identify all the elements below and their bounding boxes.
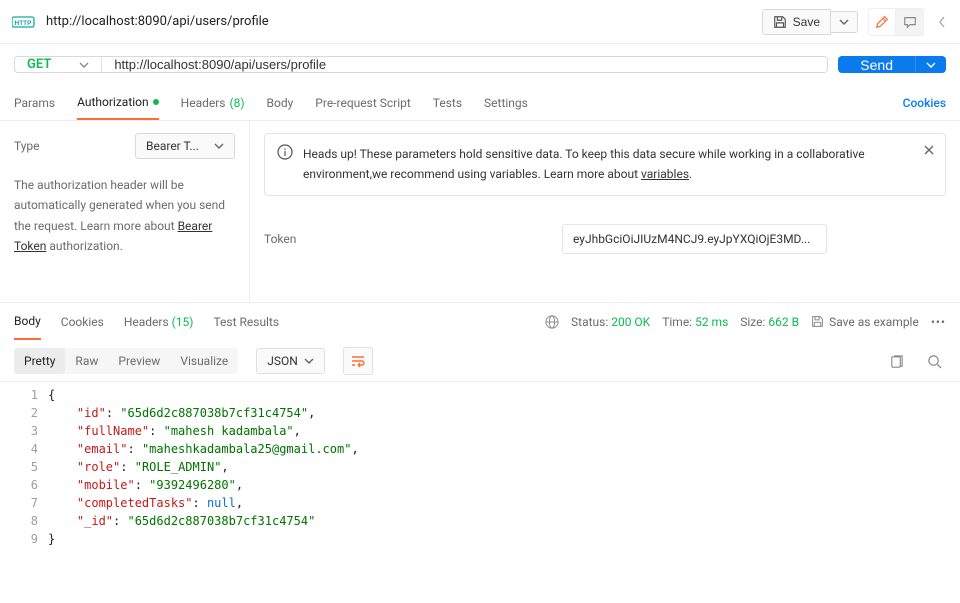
url-input[interactable] xyxy=(102,57,827,72)
view-raw[interactable]: Raw xyxy=(65,348,108,374)
svg-text:HTTP: HTTP xyxy=(15,20,33,27)
auth-type-select[interactable]: Bearer T... xyxy=(135,133,235,159)
save-icon xyxy=(811,315,824,328)
resp-tab-headers[interactable]: Headers(15) xyxy=(124,303,194,340)
breadcrumb: http://localhost:8090/api/users/profile xyxy=(46,14,754,29)
edit-button[interactable] xyxy=(868,8,896,36)
tab-body[interactable]: Body xyxy=(267,85,294,120)
wrap-lines-button[interactable] xyxy=(343,347,373,375)
status-label: Status: 200 OK xyxy=(571,315,650,329)
tab-settings[interactable]: Settings xyxy=(484,85,528,120)
info-icon xyxy=(277,144,293,160)
wrap-icon xyxy=(350,354,366,368)
view-preview[interactable]: Preview xyxy=(108,348,170,374)
variables-link[interactable]: variables xyxy=(641,167,689,181)
expand-icon[interactable] xyxy=(938,15,946,29)
save-dropdown[interactable] xyxy=(831,11,858,33)
comment-button[interactable] xyxy=(896,8,924,36)
search-button[interactable] xyxy=(922,349,946,373)
network-icon[interactable] xyxy=(545,315,559,329)
send-dropdown[interactable] xyxy=(915,56,946,73)
pencil-icon xyxy=(875,15,889,29)
auth-modified-dot xyxy=(153,99,159,105)
close-icon[interactable] xyxy=(923,144,935,156)
chevron-down-icon xyxy=(79,60,89,70)
copy-button[interactable] xyxy=(884,349,908,373)
auth-help-text: The authorization header will be automat… xyxy=(14,175,235,257)
method-select[interactable]: GET xyxy=(15,57,102,72)
tab-tests[interactable]: Tests xyxy=(433,85,462,120)
save-as-example[interactable]: Save as example xyxy=(811,315,919,329)
chevron-down-icon xyxy=(839,17,849,27)
token-input[interactable]: eyJhbGciOiJIUzM4NCJ9.eyJpYXQiOjE3MD... xyxy=(562,224,827,254)
tab-params[interactable]: Params xyxy=(14,85,55,120)
size-label: Size: 662 B xyxy=(740,315,799,329)
chevron-down-icon xyxy=(214,141,224,151)
comment-icon xyxy=(903,15,917,29)
more-menu[interactable]: ••• xyxy=(931,315,946,329)
format-select[interactable]: JSON xyxy=(256,348,325,374)
save-icon xyxy=(773,15,787,29)
token-label: Token xyxy=(264,232,544,246)
chevron-down-icon xyxy=(304,356,314,366)
auth-type-label: Type xyxy=(14,139,40,153)
save-button[interactable]: Save xyxy=(762,9,831,35)
view-visualize[interactable]: Visualize xyxy=(170,348,238,374)
cookies-link[interactable]: Cookies xyxy=(903,96,946,110)
line-numbers: 123456789 xyxy=(0,382,48,552)
chevron-down-icon xyxy=(926,60,936,70)
resp-tab-test-results[interactable]: Test Results xyxy=(213,303,279,340)
response-body[interactable]: 123456789 { "id": "65d6d2c887038b7cf31c4… xyxy=(0,382,960,552)
http-icon: HTTP xyxy=(10,12,38,32)
resp-tab-body[interactable]: Body xyxy=(14,303,41,340)
sensitive-data-notice: Heads up! These parameters hold sensitiv… xyxy=(264,133,946,196)
tab-headers[interactable]: Headers (8) xyxy=(181,85,245,120)
send-button[interactable]: Send xyxy=(838,56,915,73)
tab-prerequest[interactable]: Pre-request Script xyxy=(315,85,410,120)
tab-authorization[interactable]: Authorization xyxy=(77,85,159,120)
view-pretty[interactable]: Pretty xyxy=(14,348,65,374)
resp-tab-cookies[interactable]: Cookies xyxy=(61,303,104,340)
time-label: Time: 52 ms xyxy=(662,315,728,329)
